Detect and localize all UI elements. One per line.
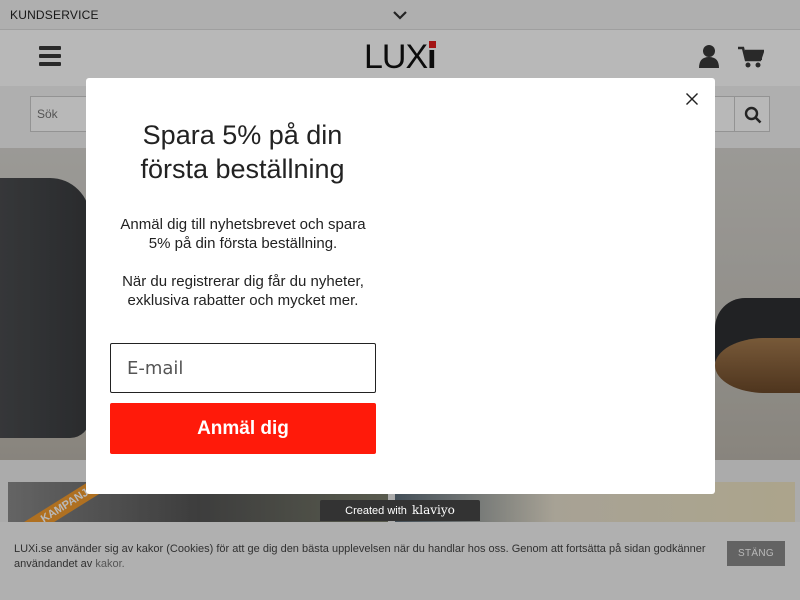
- klaviyo-badge[interactable]: Created with klaviyo: [320, 500, 480, 521]
- newsletter-popup: Spara 5% på din första beställning Anmäl…: [86, 78, 715, 494]
- close-icon: [686, 93, 698, 105]
- popup-description-secondary: När du registrerar dig får du nyheter, e…: [122, 273, 364, 309]
- klaviyo-logo: klaviyo: [411, 503, 455, 517]
- subscribe-button[interactable]: Anmäl dig: [110, 403, 376, 454]
- close-button[interactable]: [679, 86, 705, 112]
- popup-title: Spara 5% på din första beställning: [140, 120, 345, 184]
- popup-description: Anmäl dig till nyhetsbrevet och spara 5%…: [120, 216, 366, 252]
- email-field[interactable]: [110, 343, 376, 393]
